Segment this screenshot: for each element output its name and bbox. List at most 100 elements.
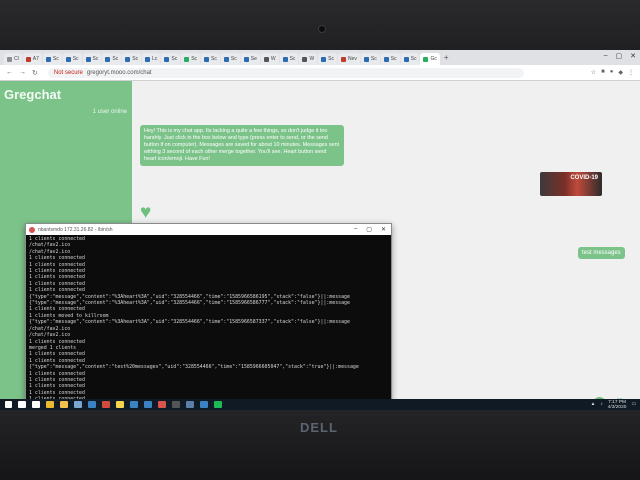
browser-tab[interactable]: W <box>299 53 318 65</box>
windows-start-icon[interactable] <box>5 401 12 408</box>
tab-favicon-icon <box>105 56 111 62</box>
browser-tab[interactable]: Sc <box>181 53 201 65</box>
back-icon[interactable]: ← <box>6 69 13 77</box>
minimize-icon[interactable]: – <box>604 52 608 60</box>
heart-icon: ♥ <box>140 202 152 223</box>
users-online-count: 1 user online <box>92 109 127 115</box>
webcam-icon <box>318 25 326 33</box>
tab-favicon-icon <box>25 56 31 62</box>
url-text: gregoryt.mooo.com/chat <box>86 69 152 76</box>
browser-tab[interactable]: Sc <box>360 53 380 65</box>
browser-tab[interactable]: Sc <box>42 53 62 65</box>
snip-tool-icon[interactable] <box>102 401 110 408</box>
taskbar-clock[interactable]: 7:17 PM 4/3/2020 <box>608 400 627 410</box>
terminal-window[interactable]: nbantsmdo 172.31.26.82 - /bin/sh – ▢ ✕ 1… <box>25 223 392 410</box>
browser-tab[interactable]: Gc <box>420 53 440 65</box>
network-icon[interactable]: ▲ <box>591 402 596 407</box>
terminal-close-icon[interactable]: ✕ <box>381 226 386 233</box>
terminal-title: nbantsmdo 172.31.26.82 - /bin/sh <box>38 226 113 233</box>
browser-tab[interactable]: A7 <box>22 53 42 65</box>
address-bar[interactable]: Not secure gregoryt.mooo.com/chat <box>47 67 524 78</box>
forward-icon[interactable]: → <box>19 69 26 77</box>
browser-tab[interactable]: Sc <box>62 53 82 65</box>
tab-favicon-icon <box>204 56 210 62</box>
tab-label: Sc <box>211 56 217 62</box>
tab-favicon-icon <box>341 56 347 62</box>
cortana-search-icon[interactable] <box>18 401 26 408</box>
browser-tabstrip: Cl A7 Sc Sc Sc Sc Sc Lc Sc Sc Sc Sc Se W Sc W Sc Nev Sc Sc S… <box>0 50 640 65</box>
tab-label: Sc <box>72 56 79 62</box>
tab-label: Sc <box>171 56 178 62</box>
extension-icon[interactable]: ◆ <box>618 69 623 76</box>
menu-dots-icon[interactable]: ⋮ <box>628 69 634 76</box>
terminal-app-icon[interactable] <box>172 401 180 408</box>
browser-tab[interactable]: Sc <box>318 53 338 65</box>
tab-label: W <box>270 56 276 62</box>
browser-tab[interactable]: Sc <box>380 53 400 65</box>
dell-logo: DELL <box>300 420 338 435</box>
browser-tab[interactable]: Nev <box>338 53 360 65</box>
browser-toolbar: ← → ↻ Not secure gregoryt.mooo.com/chat … <box>0 65 640 81</box>
tab-label: Se <box>250 56 257 62</box>
settings-app-icon[interactable] <box>200 401 208 408</box>
terminal-minimize-icon[interactable]: – <box>354 226 357 233</box>
chrome-icon[interactable] <box>46 401 54 408</box>
laptop-bezel-top <box>0 0 640 50</box>
mail-icon[interactable] <box>144 401 152 408</box>
tab-favicon-icon <box>164 56 170 62</box>
system-tray: ▲ ♪ 7:17 PM 4/3/2020 ▭ <box>591 400 636 410</box>
chrome-app-icon[interactable] <box>158 401 166 408</box>
terminal-line: {"type":"message","content":"test%20mess… <box>29 364 359 371</box>
tab-label: W <box>309 56 315 62</box>
terminal-titlebar[interactable]: nbantsmdo 172.31.26.82 - /bin/sh – ▢ ✕ <box>26 224 391 235</box>
browser-tab[interactable]: Se <box>240 53 260 65</box>
steam-icon[interactable] <box>74 401 82 408</box>
browser-tab[interactable]: Cl <box>4 53 22 65</box>
browser-tab[interactable]: Sc <box>279 53 299 65</box>
tab-label: Gc <box>430 56 437 62</box>
monitor-app-icon[interactable] <box>130 401 138 408</box>
task-view-icon[interactable] <box>32 401 40 408</box>
store-icon[interactable] <box>88 401 96 408</box>
browser-tab[interactable]: Sc <box>122 53 142 65</box>
chat-page: Gregchat 1 user online Hey! This is my c… <box>0 81 640 410</box>
tab-favicon-icon <box>145 56 151 62</box>
bookmark-star-icon[interactable]: ☆ <box>591 69 596 76</box>
browser-tab[interactable]: Lc <box>142 53 161 65</box>
browser-tab[interactable]: Sc <box>102 53 122 65</box>
reload-icon[interactable]: ↻ <box>32 69 38 77</box>
file-explorer-icon[interactable] <box>60 401 68 408</box>
tab-favicon-icon <box>184 56 190 62</box>
browser-tab[interactable]: Sc <box>161 53 181 65</box>
steam-app-icon[interactable] <box>186 401 194 408</box>
tab-label: Sc <box>92 56 99 62</box>
volume-icon[interactable]: ♪ <box>600 402 602 407</box>
browser-tab[interactable]: Sc <box>201 53 220 65</box>
tab-label: Sc <box>112 56 119 62</box>
tab-favicon-icon <box>65 56 71 62</box>
tab-favicon-icon <box>7 56 12 62</box>
not-secure-indicator[interactable]: Not secure <box>54 70 83 76</box>
browser-tab[interactable]: Sc <box>82 53 102 65</box>
browser-tab[interactable]: W <box>260 53 279 65</box>
tab-favicon-icon <box>125 56 131 62</box>
spotify-icon[interactable] <box>214 401 222 408</box>
tab-label: Sc <box>132 56 139 62</box>
maximize-icon[interactable]: ▢ <box>616 52 623 60</box>
browser-tab[interactable]: Sc <box>400 53 420 65</box>
new-tab-button[interactable]: + <box>444 53 449 62</box>
tab-label: Sc <box>191 56 198 62</box>
tab-favicon-icon <box>45 56 51 62</box>
close-icon[interactable]: ✕ <box>630 52 636 60</box>
extension-icon[interactable]: ● <box>610 69 614 76</box>
terminal-maximize-icon[interactable]: ▢ <box>366 226 372 233</box>
extension-icons: ☆ ■ ● ◆ ⋮ <box>591 69 634 76</box>
extension-icon[interactable]: ■ <box>601 69 605 76</box>
sticky-notes-icon[interactable] <box>116 401 124 408</box>
browser-tab[interactable]: Sc <box>220 53 240 65</box>
tab-label: Sc <box>52 56 59 62</box>
tab-favicon-icon <box>321 56 327 62</box>
chat-image-covid: COVID-19 <box>540 172 602 196</box>
notifications-icon[interactable]: ▭ <box>631 402 636 407</box>
clock-date: 4/3/2020 <box>607 404 627 410</box>
